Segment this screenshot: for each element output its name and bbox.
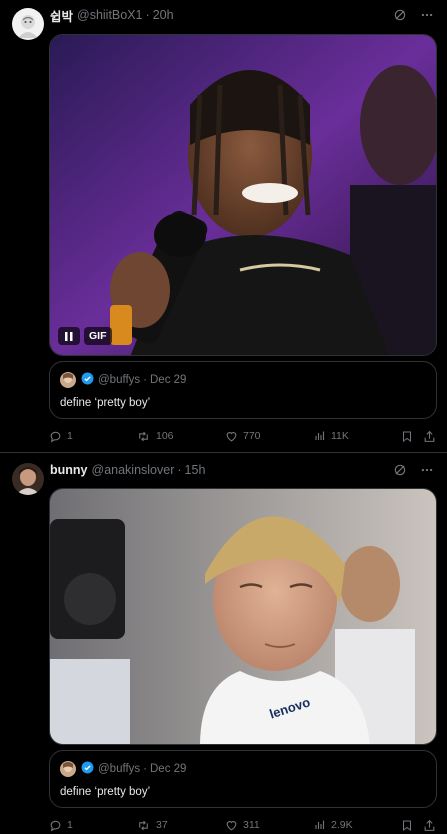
- views-button[interactable]: 2.9K: [314, 819, 353, 831]
- reply-button[interactable]: 1: [49, 430, 73, 443]
- separator: ·: [143, 763, 147, 775]
- reply-count: 1: [67, 430, 73, 442]
- like-count: 311: [243, 819, 260, 831]
- bookmark-icon: [403, 820, 411, 831]
- repost-icon: [139, 820, 148, 830]
- tweet[interactable]: 쉽박 @shiitBoX1 · 20h GIF @buffys · Dec 29…: [0, 0, 447, 453]
- repost-count: 37: [156, 819, 168, 831]
- more-icon[interactable]: [419, 8, 435, 22]
- like-button[interactable]: 311: [225, 819, 260, 832]
- like-button[interactable]: 770: [225, 430, 261, 443]
- like-count: 770: [243, 430, 261, 442]
- author-name[interactable]: bunny: [50, 463, 88, 477]
- quoted-tweet[interactable]: @buffys · Dec 29 define ‘pretty boy’: [49, 750, 437, 808]
- grok-icon[interactable]: [393, 463, 407, 477]
- quote-avatar: [60, 761, 76, 777]
- bookmark-button[interactable]: [401, 430, 413, 443]
- quoted-tweet[interactable]: @buffys · Dec 29 define ‘pretty boy’: [49, 361, 437, 419]
- quote-text: define ‘pretty boy’: [60, 786, 151, 798]
- bookmark-button[interactable]: [401, 819, 413, 832]
- share-button[interactable]: [423, 819, 436, 832]
- repost-count: 106: [156, 430, 174, 442]
- share-button[interactable]: [423, 430, 436, 443]
- more-icon[interactable]: [419, 463, 435, 477]
- separator: ·: [143, 374, 147, 386]
- author-handle[interactable]: @anakinslover: [92, 463, 175, 477]
- verified-icon: [81, 372, 98, 388]
- repost-button[interactable]: 106: [136, 430, 174, 443]
- timestamp[interactable]: 15h: [185, 463, 206, 477]
- separator: ·: [177, 463, 182, 477]
- share-icon: [424, 819, 435, 831]
- author-handle[interactable]: @shiitBoX1: [77, 8, 143, 22]
- timestamp[interactable]: 20h: [153, 8, 174, 22]
- pause-icon[interactable]: [58, 327, 80, 345]
- quote-date: Dec 29: [150, 763, 187, 775]
- views-count: 2.9K: [331, 819, 353, 831]
- quote-handle: @buffys: [98, 763, 141, 775]
- separator: ·: [145, 8, 150, 22]
- tweet-header: 쉽박 @shiitBoX1 · 20h: [50, 5, 435, 25]
- bookmark-icon: [403, 431, 411, 442]
- photo-image: lenovo: [50, 489, 436, 744]
- quote-text: define ‘pretty boy’: [60, 397, 151, 409]
- author-name[interactable]: 쉽박: [50, 6, 73, 25]
- tweet[interactable]: bunny @anakinslover · 15h lenovo @buffys…: [0, 454, 447, 834]
- quote-avatar: [60, 372, 76, 388]
- reply-count: 1: [67, 819, 73, 831]
- reply-button[interactable]: 1: [49, 819, 73, 832]
- repost-icon: [139, 431, 148, 441]
- like-icon: [226, 820, 237, 830]
- avatar[interactable]: [12, 8, 44, 40]
- quote-date: Dec 29: [150, 374, 187, 386]
- image-media[interactable]: lenovo: [49, 488, 437, 745]
- tweet-header: bunny @anakinslover · 15h: [50, 460, 435, 480]
- gif-badge: GIF: [84, 327, 112, 345]
- gif-image: [50, 35, 436, 355]
- verified-icon: [81, 761, 98, 777]
- grok-icon[interactable]: [393, 8, 407, 22]
- views-icon: [315, 820, 325, 829]
- avatar[interactable]: [12, 463, 44, 495]
- views-count: 11K: [331, 430, 349, 442]
- reply-icon: [50, 820, 61, 831]
- like-icon: [226, 431, 237, 441]
- reply-icon: [50, 431, 61, 442]
- share-icon: [424, 430, 435, 442]
- gif-media[interactable]: GIF: [49, 34, 437, 356]
- quote-handle: @buffys: [98, 374, 141, 386]
- views-button[interactable]: 11K: [314, 430, 349, 442]
- tweet-actions: 1 106 770 11K: [49, 427, 437, 445]
- tweet-actions: 1 37 311 2.9K: [49, 816, 437, 834]
- repost-button[interactable]: 37: [136, 819, 168, 832]
- views-icon: [315, 431, 325, 440]
